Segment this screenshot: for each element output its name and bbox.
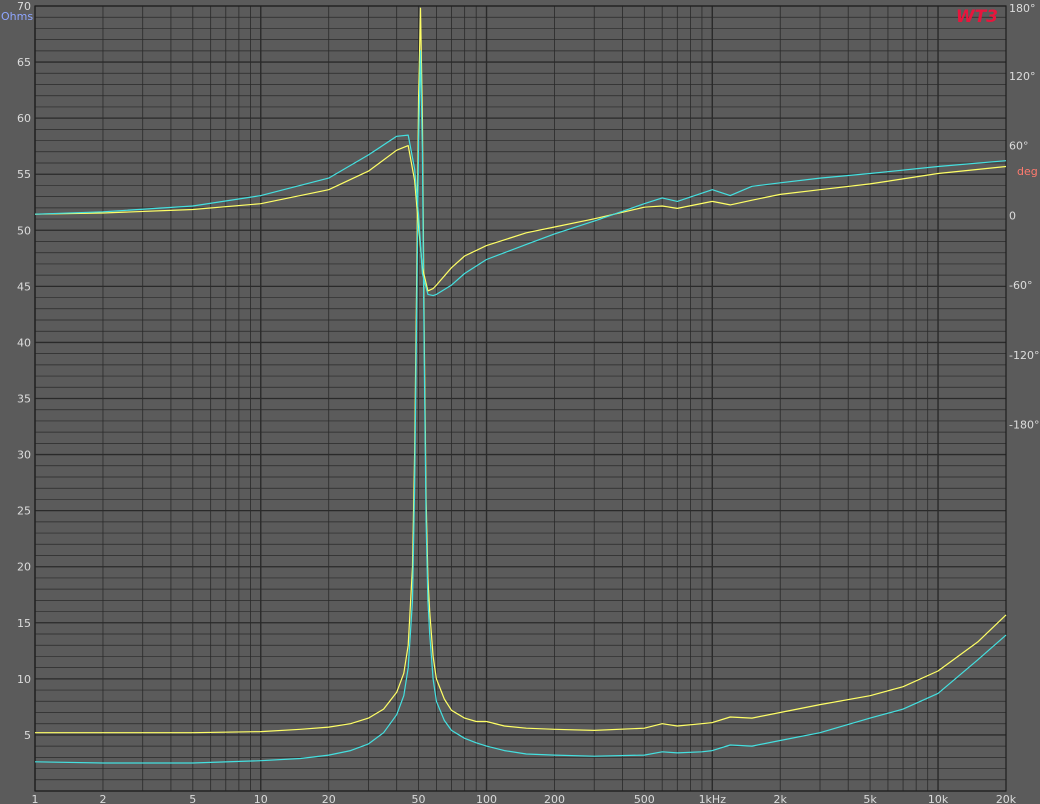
x-tick-label: 200	[544, 793, 565, 804]
y-left-tick-label: 65	[17, 56, 31, 69]
y-left-tick-label: 35	[17, 393, 31, 406]
y-right-tick-label: -180°	[1009, 419, 1039, 432]
x-tick-label: 1	[32, 793, 39, 804]
y-left-tick-label: 25	[17, 505, 31, 518]
y-left-tick-label: 45	[17, 280, 31, 293]
wt3-logo: WT3	[956, 7, 998, 27]
y-left-tick-label: 15	[17, 617, 31, 630]
x-tick-label: 2k	[774, 793, 788, 804]
y-right-tick-label: 0	[1009, 209, 1016, 222]
chart-background	[0, 0, 1040, 804]
x-tick-label: 5	[189, 793, 196, 804]
x-tick-label: 50	[412, 793, 426, 804]
y-left-tick-label: 50	[17, 224, 31, 237]
y-right-tick-label: 180°	[1009, 2, 1036, 15]
y-left-tick-label: 60	[17, 112, 31, 125]
y-left-tick-label: 30	[17, 449, 31, 462]
x-tick-label: 500	[634, 793, 655, 804]
x-tick-label: 10	[254, 793, 268, 804]
y-left-tick-label: 55	[17, 168, 31, 181]
right-axis-unit: deg	[1017, 165, 1038, 178]
y-left-tick-label: 40	[17, 336, 31, 349]
y-right-tick-label: -60°	[1009, 279, 1032, 292]
y-right-tick-label: 60°	[1009, 140, 1029, 153]
left-axis-unit: Ohms	[1, 10, 33, 23]
x-tick-label: 2	[99, 793, 106, 804]
y-left-tick-label: 20	[17, 561, 31, 574]
y-right-tick-label: 120°	[1009, 70, 1036, 83]
x-tick-label: 5k	[863, 793, 877, 804]
y-right-tick-label: -120°	[1009, 349, 1039, 362]
x-tick-label: 100	[476, 793, 497, 804]
x-tick-label: 10k	[928, 793, 949, 804]
x-tick-label: 20k	[996, 793, 1017, 804]
y-left-tick-label: 10	[17, 673, 31, 686]
x-tick-label: 20	[322, 793, 336, 804]
x-tick-label: 1kHz	[699, 793, 727, 804]
y-left-tick-label: 5	[24, 729, 31, 742]
impedance-phase-chart: 1 2 5 10 20 50 100 200 500 1kHz 2k 5k 10k 20k51015202…	[0, 0, 1040, 804]
